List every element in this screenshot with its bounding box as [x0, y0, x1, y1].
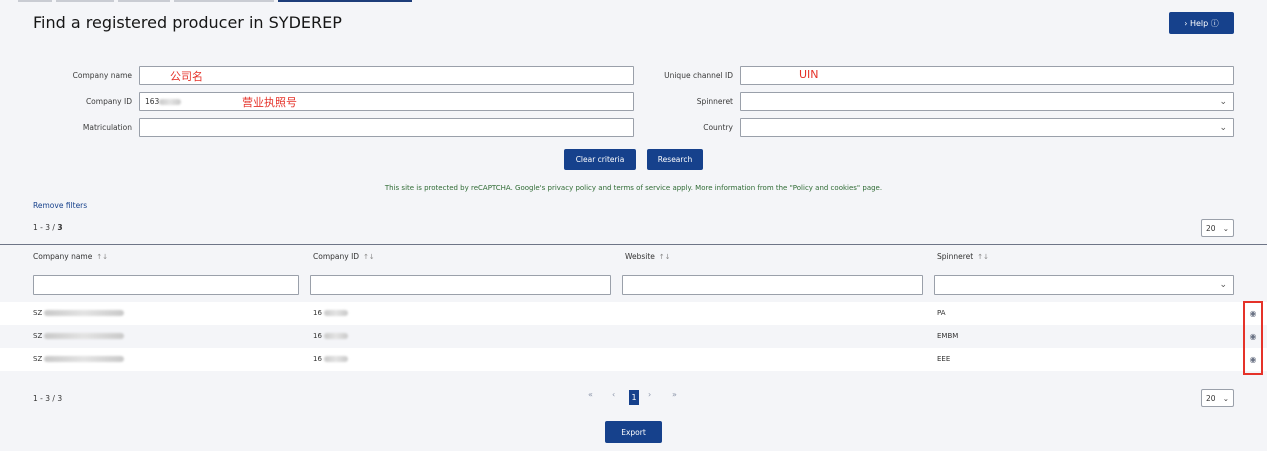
prev-page-icon[interactable]: ‹ [612, 390, 615, 399]
export-button[interactable]: Export [605, 421, 662, 443]
matriculation-input[interactable] [139, 118, 634, 137]
table-top-border [0, 244, 1267, 245]
next-page-icon[interactable]: › [648, 390, 651, 399]
count-range: 1 - 3 / [33, 223, 58, 232]
result-count-top: 1 - 3 / 3 [33, 223, 63, 232]
sort-icon[interactable]: ↑↓ [363, 253, 375, 261]
redacted-blur [44, 356, 125, 362]
matriculation-label: Matriculation [82, 123, 132, 132]
export-label: Export [621, 427, 646, 437]
cell-company: SZ [33, 355, 125, 363]
help-button[interactable]: › Help ⓘ [1169, 12, 1234, 34]
redacted-blur [44, 310, 125, 316]
redacted-blur [323, 333, 348, 339]
sort-icon[interactable]: ↑↓ [977, 253, 989, 261]
company-id-text: 16 [313, 309, 322, 317]
top-tab-2[interactable] [56, 0, 114, 2]
company-name-label: Company name [72, 71, 132, 80]
last-page-icon[interactable]: » [672, 390, 677, 399]
result-count-bottom: 1 - 3 / 3 [33, 394, 63, 403]
top-tab-4[interactable] [174, 0, 274, 2]
help-button-label: › Help ⓘ [1184, 18, 1219, 28]
header-label: Website [625, 252, 655, 261]
country-select[interactable]: ⌄ [740, 118, 1234, 137]
filter-website[interactable] [622, 275, 923, 295]
unique-channel-label: Unique channel ID [664, 71, 733, 80]
cell-company-id: 16 [313, 332, 348, 340]
company-id-text: 16 [313, 355, 322, 363]
chevron-down-icon: ⌄ [1219, 97, 1227, 107]
chevron-down-icon: ⌄ [1222, 223, 1229, 233]
cell-spinneret: EMBM [937, 332, 959, 340]
spinneret-label: Spinneret [696, 97, 733, 106]
company-text: SZ [33, 309, 43, 317]
cell-spinneret: EEE [937, 355, 951, 363]
company-id-value: 163 [145, 97, 160, 106]
chevron-down-icon: ⌄ [1219, 280, 1227, 290]
company-id-text: 16 [313, 332, 322, 340]
recaptcha-notice: This site is protected by reCAPTCHA. Goo… [384, 184, 883, 192]
top-tab-3[interactable] [118, 0, 170, 2]
company-text: SZ [33, 332, 43, 340]
header-label: Company ID [313, 252, 360, 261]
chevron-down-icon: ⌄ [1219, 123, 1227, 133]
header-company-id[interactable]: Company ID ↑↓ [313, 252, 375, 261]
remove-filters-link[interactable]: Remove filters [33, 201, 87, 210]
header-spinneret[interactable]: Spinneret ↑↓ [937, 252, 989, 261]
redacted-blur [323, 356, 348, 362]
header-company-name[interactable]: Company name ↑↓ [33, 252, 108, 261]
redacted-blur [159, 99, 181, 105]
cell-company-id: 16 [313, 355, 348, 363]
company-name-input[interactable]: 公司名 [139, 66, 634, 85]
spinneret-select[interactable]: ⌄ [740, 92, 1234, 111]
company-name-annotation: 公司名 [170, 70, 203, 83]
company-id-label: Company ID [85, 97, 132, 106]
sort-icon[interactable]: ↑↓ [659, 253, 671, 261]
country-label: Country [703, 123, 733, 132]
redacted-blur [44, 333, 125, 339]
unique-channel-input[interactable]: UIN [740, 66, 1234, 85]
page-size-value: 20 [1206, 393, 1216, 403]
unique-channel-annotation: UIN [799, 68, 819, 81]
company-id-input[interactable]: 163 营业执照号 [139, 92, 634, 111]
header-label: Spinneret [937, 252, 974, 261]
filter-company-id[interactable] [310, 275, 611, 295]
cell-company-id: 16 [313, 309, 348, 317]
filter-company-name[interactable] [33, 275, 299, 295]
header-website[interactable]: Website ↑↓ [625, 252, 671, 261]
table-row[interactable]: SZ 16 PA ◉ [0, 302, 1267, 325]
company-id-annotation: 营业执照号 [242, 96, 297, 109]
filter-spinneret[interactable]: ⌄ [934, 275, 1234, 295]
page-1-button[interactable]: 1 [629, 390, 639, 405]
highlight-box [1243, 301, 1263, 375]
table-row[interactable]: SZ 16 EMBM ◉ [0, 325, 1267, 348]
chevron-down-icon: ⌄ [1222, 393, 1229, 403]
cell-spinneret: PA [937, 309, 946, 317]
page-title: Find a registered producer in SYDEREP [33, 13, 342, 32]
count-total: 3 [57, 223, 63, 232]
first-page-icon[interactable]: « [588, 390, 593, 399]
top-tab-1[interactable] [18, 0, 52, 2]
redacted-blur [323, 310, 348, 316]
page-size-value: 20 [1206, 223, 1216, 233]
research-button[interactable]: Research [647, 149, 703, 170]
company-text: SZ [33, 355, 43, 363]
sort-icon[interactable]: ↑↓ [96, 253, 108, 261]
top-tab-active[interactable] [278, 0, 412, 2]
cell-company: SZ [33, 332, 125, 340]
clear-criteria-button[interactable]: Clear criteria [564, 149, 636, 170]
clear-criteria-label: Clear criteria [575, 155, 625, 164]
cell-company: SZ [33, 309, 125, 317]
header-label: Company name [33, 252, 93, 261]
page-size-select-top[interactable]: 20 ⌄ [1201, 219, 1234, 237]
table-row[interactable]: SZ 16 EEE ◉ [0, 348, 1267, 371]
research-label: Research [657, 155, 693, 164]
page-size-select-bottom[interactable]: 20 ⌄ [1201, 389, 1234, 407]
